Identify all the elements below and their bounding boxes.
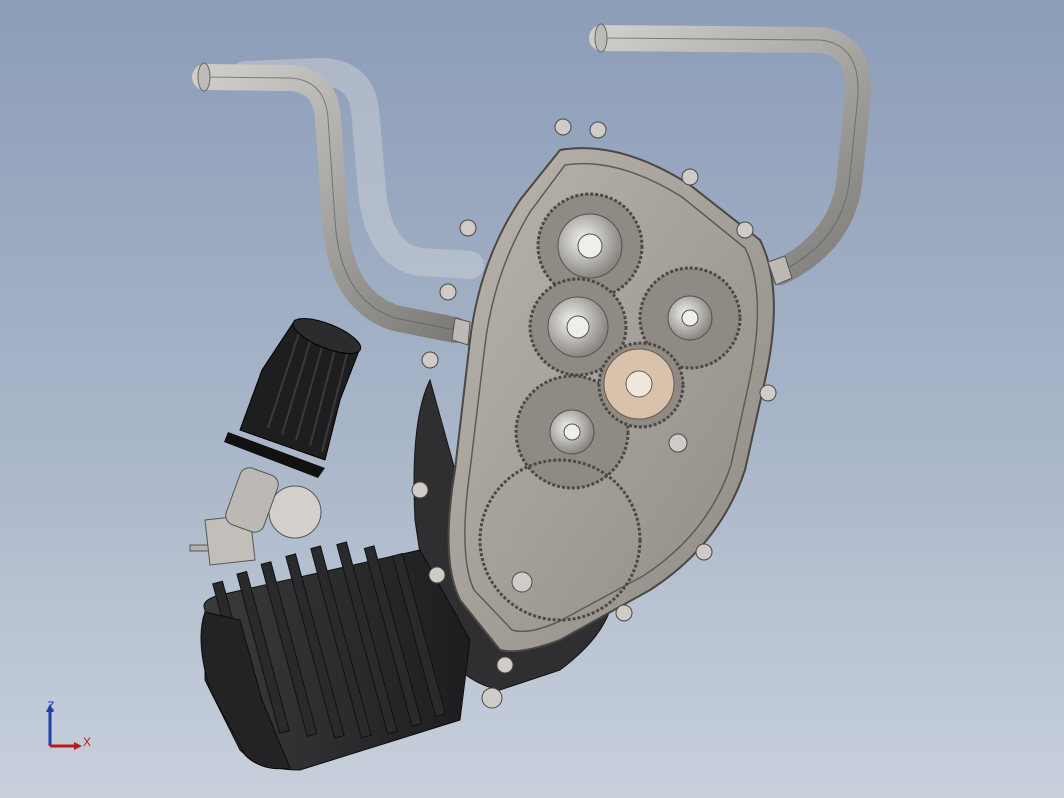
pipe-right-end — [594, 23, 608, 53]
pipe-left-end — [197, 62, 211, 92]
triad-plane — [50, 734, 78, 746]
engine-assembly-model[interactable] — [0, 0, 1064, 798]
exhaust-pipe-ghost — [231, 57, 484, 279]
cad-3d-viewport[interactable]: Z X — [0, 0, 1064, 798]
exhaust-pipe-left[interactable] — [192, 64, 468, 343]
carburetor[interactable] — [189, 465, 322, 566]
idler-bolt — [668, 433, 688, 453]
x-axis-label: X — [83, 735, 92, 749]
z-axis-label: Z — [47, 699, 55, 713]
air-filter[interactable] — [224, 311, 365, 478]
drive-pinion[interactable] — [597, 341, 685, 429]
